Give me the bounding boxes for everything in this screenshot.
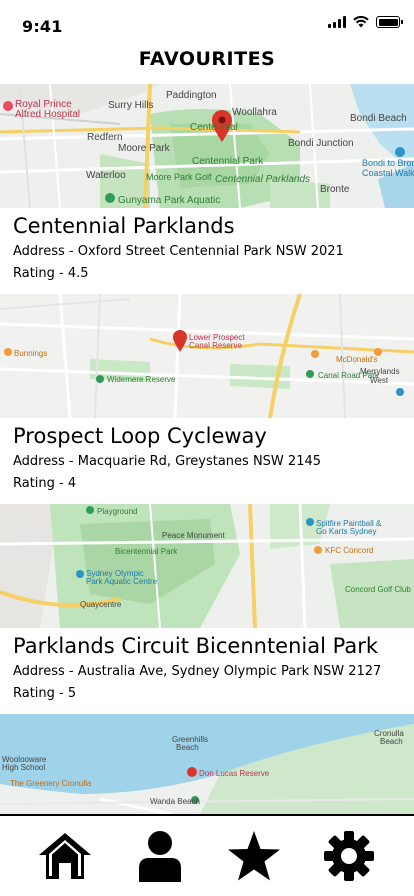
svg-text:Playground: Playground [97,507,137,516]
svg-text:Beach: Beach [380,737,403,746]
status-time: 9:41 [22,17,63,36]
map-thumbnail[interactable]: Playground Bicentennial Park Peace Monum… [0,504,414,628]
svg-text:Moore Park: Moore Park [118,143,171,154]
svg-text:Widemere Reserve: Widemere Reserve [107,375,176,384]
svg-text:Moore Park Golf: Moore Park Golf [146,172,212,182]
place-address: Address - Oxford Street Centennial Park … [13,244,344,259]
svg-text:McDonald's: McDonald's [336,355,378,364]
map-thumbnail[interactable]: Paddington Surry Hills Royal Prince Alfr… [0,84,414,208]
svg-text:Concord Golf Club: Concord Golf Club [345,585,411,594]
place-rating: Rating - 4 [13,476,77,491]
svg-text:Merrylands: Merrylands [360,367,400,376]
svg-text:The Greenery Cronulla: The Greenery Cronulla [10,779,92,788]
svg-text:Peace Monument: Peace Monument [162,531,225,540]
favourite-card[interactable]: Lower Prospect Canal Reserve Widemere Re… [0,294,414,494]
place-name: Parklands Circuit Bicenntenial Park [13,634,378,658]
favourite-card[interactable]: Paddington Surry Hills Royal Prince Alfr… [0,84,414,284]
svg-text:Bicentennial Park: Bicentennial Park [115,547,178,556]
nav-home-button[interactable] [33,824,97,888]
svg-text:Bunnings: Bunnings [14,349,47,358]
svg-text:Centennial Parklands: Centennial Parklands [215,174,310,185]
place-name: Prospect Loop Cycleway [13,424,267,448]
place-rating: Rating - 5 [13,686,77,701]
signal-icon [328,16,346,28]
svg-text:Redfern: Redfern [87,132,123,143]
battery-icon [376,16,403,28]
svg-text:Go Karts Sydney: Go Karts Sydney [316,527,376,536]
nav-favourites-button[interactable] [222,824,286,888]
favourite-card[interactable]: Playground Bicentennial Park Peace Monum… [0,504,414,704]
status-bar: 9:41 [0,0,414,44]
svg-text:Bondi Junction: Bondi Junction [288,138,354,149]
svg-text:KFC Concord: KFC Concord [325,546,373,555]
svg-text:Centennial: Centennial [190,122,238,133]
svg-text:Bondi to Bronte: Bondi to Bronte [362,158,414,168]
svg-text:Beach: Beach [176,743,199,752]
svg-text:Don Lucas Reserve: Don Lucas Reserve [199,769,270,778]
nav-settings-button[interactable] [317,824,381,888]
svg-text:Paddington: Paddington [166,90,217,101]
map-thumbnail[interactable]: Lower Prospect Canal Reserve Widemere Re… [0,294,414,418]
star-icon [228,831,281,881]
svg-text:Quaycentre: Quaycentre [80,600,122,609]
svg-text:Bronte: Bronte [320,184,350,195]
place-address: Address - Macquarie Rd, Greystanes NSW 2… [13,454,322,469]
status-icons [328,16,403,28]
svg-text:Surry Hills: Surry Hills [108,100,154,111]
svg-text:Woollahra: Woollahra [232,107,277,118]
svg-text:High School: High School [2,763,45,772]
place-rating: Rating - 4.5 [13,266,89,281]
place-address: Address - Australia Ave, Sydney Olympic … [13,664,382,679]
svg-text:Canal Reserve: Canal Reserve [189,341,242,350]
svg-text:Wanda Beach: Wanda Beach [150,797,200,806]
wifi-icon [353,16,369,28]
svg-text:Coastal Walk: Coastal Walk [362,168,414,178]
svg-text:Waterloo: Waterloo [86,170,126,181]
map-thumbnail[interactable]: Greenhills Beach Cronulla Beach Wooloowa… [0,714,414,814]
svg-text:Park Aquatic Centre: Park Aquatic Centre [86,577,158,586]
page-title: FAVOURITES [138,48,276,70]
favourite-card[interactable]: Greenhills Beach Cronulla Beach Wooloowa… [0,714,414,814]
svg-text:Gunyama Park Aquatic: Gunyama Park Aquatic [118,195,220,206]
svg-text:Bondi Beach: Bondi Beach [350,113,407,124]
svg-text:Alfred Hospital: Alfred Hospital [15,109,80,120]
home-icon [39,833,92,879]
place-name: Centennial Parklands [13,214,235,238]
bottom-nav [0,816,414,896]
svg-text:West: West [370,376,389,385]
profile-icon [138,831,181,882]
nav-profile-button[interactable] [128,824,192,888]
gear-icon [323,831,374,881]
svg-text:Centennial Park: Centennial Park [192,156,264,167]
favourites-list[interactable]: Paddington Surry Hills Royal Prince Alfr… [0,84,414,814]
